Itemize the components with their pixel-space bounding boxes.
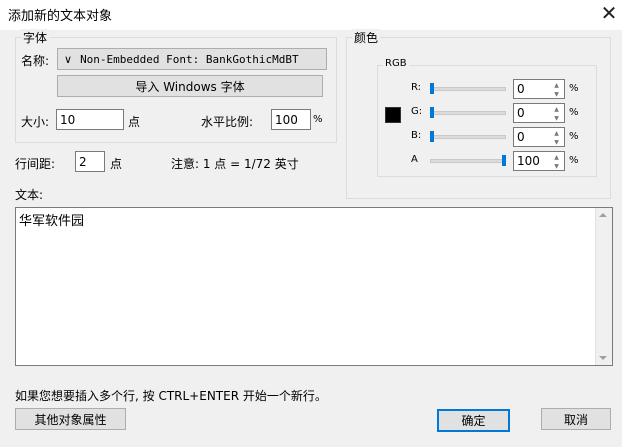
import-windows-font-label: 导入 Windows 字体 <box>135 79 245 94</box>
size-input[interactable]: 10 <box>56 109 124 130</box>
alpha-slider-thumb[interactable] <box>502 155 506 166</box>
point-note: 注意: 1 点 = 1/72 英寸 <box>171 157 299 171</box>
green-slider-thumb[interactable] <box>430 107 434 118</box>
import-windows-font-button[interactable]: 导入 Windows 字体 <box>57 75 323 97</box>
red-slider-thumb[interactable] <box>430 83 434 94</box>
hscale-input-value: 100 <box>275 112 298 127</box>
font-select-value: Non-Embedded Font: BankGothicMdBT <box>80 52 299 66</box>
font-select[interactable]: ∨ Non-Embedded Font: BankGothicMdBT <box>57 48 327 70</box>
green-label: G: <box>411 106 423 117</box>
size-label: 大小: <box>21 115 50 129</box>
spin-up-icon[interactable]: ▲ <box>550 153 563 162</box>
alpha-value: 100 <box>517 154 540 168</box>
close-icon[interactable]: ✕ <box>596 0 622 26</box>
green-spinbox[interactable]: 0 ▲ ▼ <box>513 103 565 123</box>
alpha-slider[interactable] <box>430 159 506 163</box>
line-spacing-input[interactable]: 2 <box>75 151 105 172</box>
text-area[interactable]: 华军软件园 <box>15 207 613 366</box>
dialog-title: 添加新的文本对象 <box>8 9 113 24</box>
spin-up-icon[interactable]: ▲ <box>550 81 563 90</box>
blue-unit: % <box>569 131 579 142</box>
alpha-label: A <box>411 154 418 165</box>
color-swatch <box>385 107 401 123</box>
red-spinbox[interactable]: 0 ▲ ▼ <box>513 79 565 99</box>
blue-slider[interactable] <box>430 135 506 139</box>
size-input-value: 10 <box>60 112 76 127</box>
green-value: 0 <box>517 106 525 120</box>
cancel-label: 取消 <box>563 412 588 427</box>
scroll-up-icon[interactable] <box>599 213 607 217</box>
spin-down-icon[interactable]: ▼ <box>550 162 563 171</box>
line-spacing-label: 行间距: <box>15 157 56 171</box>
cancel-button[interactable]: 取消 <box>541 408 611 430</box>
blue-value: 0 <box>517 130 525 144</box>
ok-label: 确定 <box>461 414 486 428</box>
spin-up-icon[interactable]: ▲ <box>550 105 563 114</box>
green-slider[interactable] <box>430 111 506 115</box>
other-object-properties-button[interactable]: 其他对象属性 <box>15 408 126 430</box>
red-label: R: <box>411 82 422 93</box>
red-slider[interactable] <box>430 87 506 91</box>
red-unit: % <box>569 83 579 94</box>
spin-down-icon[interactable]: ▼ <box>550 138 563 147</box>
font-group-legend: 字体 <box>21 29 50 46</box>
spin-up-icon[interactable]: ▲ <box>550 129 563 138</box>
alpha-unit: % <box>569 155 579 166</box>
vertical-scrollbar[interactable] <box>595 208 612 365</box>
blue-slider-thumb[interactable] <box>430 131 434 142</box>
line-spacing-unit: 点 <box>110 157 123 171</box>
scroll-down-icon[interactable] <box>599 356 607 360</box>
line-spacing-value: 2 <box>79 154 87 169</box>
text-area-content: 华军软件园 <box>19 214 85 229</box>
other-object-properties-label: 其他对象属性 <box>34 412 107 427</box>
alpha-spinbox[interactable]: 100 ▲ ▼ <box>513 151 565 171</box>
multiline-hint: 如果您想要插入多个行, 按 CTRL+ENTER 开始一个新行。 <box>15 389 327 403</box>
hscale-label: 水平比例: <box>201 115 254 129</box>
font-name-label: 名称: <box>21 54 50 68</box>
size-unit: 点 <box>128 115 141 129</box>
hscale-input[interactable]: 100 <box>271 109 311 130</box>
chevron-down-icon: ∨ <box>64 52 73 66</box>
text-label: 文本: <box>15 188 44 202</box>
hscale-unit: % <box>313 114 323 125</box>
red-value: 0 <box>517 82 525 96</box>
ok-button[interactable]: 确定 <box>437 409 510 432</box>
blue-spinbox[interactable]: 0 ▲ ▼ <box>513 127 565 147</box>
color-group-legend: 颜色 <box>352 29 381 46</box>
spin-down-icon[interactable]: ▼ <box>550 114 563 123</box>
green-unit: % <box>569 107 579 118</box>
spin-down-icon[interactable]: ▼ <box>550 90 563 99</box>
rgb-legend: RGB <box>383 58 409 69</box>
blue-label: B: <box>411 130 422 141</box>
